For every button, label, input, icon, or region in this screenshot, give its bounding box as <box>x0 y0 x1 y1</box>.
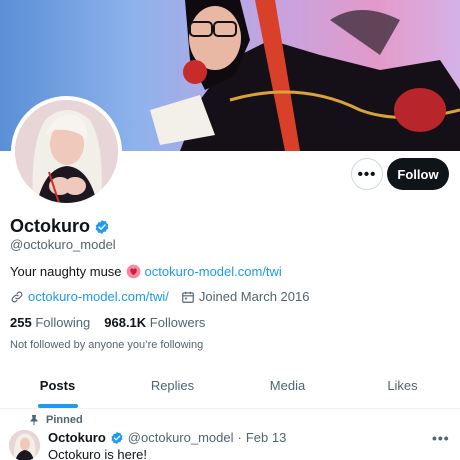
profile-avatar[interactable] <box>11 96 122 207</box>
tab-likes[interactable]: Likes <box>345 363 460 408</box>
profile-meta: octokuro-model.com/twi/ Joined March 201… <box>10 289 309 304</box>
pinned-label: Pinned <box>46 414 83 426</box>
more-options-button[interactable]: ••• <box>351 158 383 190</box>
tweet-more-button[interactable]: ••• <box>432 430 450 446</box>
tweet-text: Octokuro is here! <box>48 447 147 460</box>
tab-replies-label: Replies <box>150 378 195 393</box>
following-stat[interactable]: 255 Following <box>10 315 90 330</box>
tab-posts[interactable]: Posts <box>0 363 115 408</box>
follow-button-label: Follow <box>397 166 439 182</box>
following-label: Following <box>35 315 91 330</box>
website-item[interactable]: octokuro-model.com/twi/ <box>10 289 169 304</box>
more-icon: ••• <box>357 165 377 183</box>
followed-by-note: Not followed by anyone you’re following <box>10 339 204 351</box>
joined-item: Joined March 2016 <box>181 289 310 304</box>
website-link[interactable]: octokuro-model.com/twi/ <box>28 289 169 304</box>
profile-bio: Your naughty muse octokuro-model.com/twi <box>10 264 282 279</box>
tweet-date[interactable]: Feb 13 <box>246 430 286 445</box>
verified-badge-icon <box>111 431 123 444</box>
active-tab-indicator <box>37 404 78 408</box>
tweet-header: Octokuro @octokuro_model · Feb 13 <box>48 430 286 445</box>
heart-emoji-icon <box>126 264 140 279</box>
joined-date: Joined March 2016 <box>198 289 310 304</box>
tab-likes-label: Likes <box>387 378 418 393</box>
link-icon <box>11 291 23 302</box>
profile-tabs: Posts Replies Media Likes <box>0 363 460 409</box>
display-name-row: Octokuro <box>10 216 110 237</box>
tweet-avatar-image <box>9 430 40 460</box>
display-name: Octokuro <box>10 216 91 236</box>
tweet-author-name[interactable]: Octokuro <box>48 430 106 445</box>
tab-media[interactable]: Media <box>230 363 345 408</box>
tab-posts-label: Posts <box>39 378 76 393</box>
pinned-indicator: Pinned <box>30 414 83 426</box>
followers-stat[interactable]: 968.1K Followers <box>104 315 205 330</box>
tweet-author-handle[interactable]: @octokuro_model <box>128 430 234 445</box>
avatar-image <box>15 100 118 203</box>
calendar-icon <box>182 291 194 303</box>
verified-badge-icon[interactable] <box>94 219 110 235</box>
bio-link[interactable]: octokuro-model.com/twi <box>145 264 282 279</box>
followers-label: Followers <box>149 315 206 330</box>
followers-count: 968.1K <box>104 315 147 330</box>
tweet-author-avatar[interactable] <box>9 430 40 460</box>
follow-button[interactable]: Follow <box>387 158 449 190</box>
follow-stats: 255 Following 968.1K Followers <box>10 315 205 330</box>
pin-icon <box>30 415 38 426</box>
following-count: 255 <box>10 315 32 330</box>
tweet-separator: · <box>237 430 242 445</box>
profile-handle: @octokuro_model <box>10 237 116 252</box>
tab-media-label: Media <box>269 378 306 393</box>
tab-replies[interactable]: Replies <box>115 363 230 408</box>
bio-text: Your naughty muse <box>10 264 122 279</box>
